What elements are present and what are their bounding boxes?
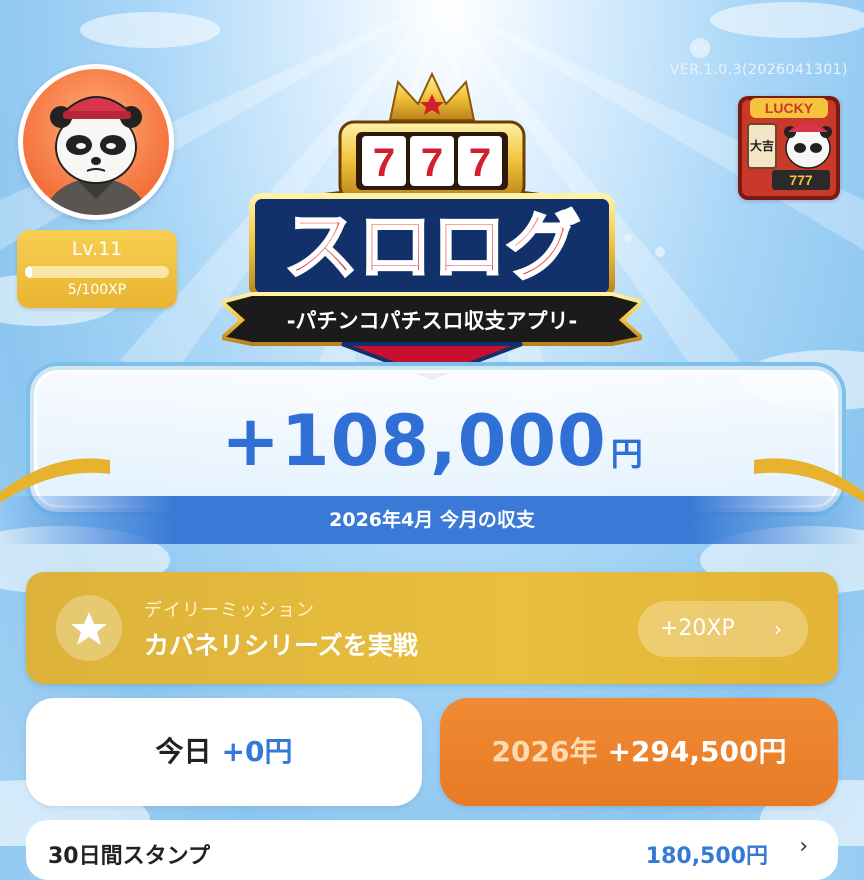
monthly-caption: 2026年4月 今月の収支	[0, 496, 864, 544]
monthly-amount-value: +108,000	[221, 400, 607, 482]
daily-mission-card[interactable]: デイリーミッション カバネリシリーズを実戦 +20XP ›	[26, 572, 838, 684]
today-label: 今日	[155, 735, 212, 768]
monthly-amount: +108,000 円	[0, 400, 864, 482]
mission-badge	[56, 595, 122, 661]
stamp-card[interactable]: 30日間スタンプ 180,500円 ›	[26, 820, 838, 880]
level-label: Lv.11	[71, 238, 123, 260]
lucky-charm: 大吉	[750, 138, 774, 153]
lucky-sign: LUCKY	[765, 100, 814, 116]
year-label: 2026年	[491, 735, 598, 768]
mission-reward-button[interactable]: +20XP ›	[638, 601, 808, 657]
slot-digit-1: 7	[373, 141, 395, 185]
lucky-digits: 777	[789, 172, 813, 188]
xp-progress-bar	[25, 266, 169, 278]
level-card[interactable]: Lv.11 5/100XP	[17, 230, 177, 308]
app-logo: 7 7 7 スロログ -パチンコパチスロ収支アプリ-	[222, 72, 642, 381]
year-value: +294,500円	[607, 735, 787, 768]
mission-reward-text: +20XP	[660, 616, 735, 641]
lucky-slot-icon[interactable]: LUCKY 大吉 777	[738, 96, 840, 200]
today-balance-card[interactable]: 今日 +0円	[26, 698, 422, 806]
chevron-right-icon: ›	[774, 617, 782, 641]
logo-title: スロログ	[284, 204, 580, 290]
xp-text: 5/100XP	[67, 282, 127, 298]
version-label: VER.1.0.3(2026041301)	[669, 62, 848, 78]
year-balance-card[interactable]: 2026年 +294,500円	[440, 698, 838, 806]
chevron-right-icon: ›	[799, 834, 808, 859]
star-icon	[71, 612, 107, 645]
stamp-title: 30日間スタンプ	[48, 844, 210, 869]
slot-digit-3: 7	[469, 141, 491, 185]
stamp-value: 180,500円	[645, 844, 768, 869]
panda-avatar-icon	[43, 96, 149, 215]
avatar[interactable]	[18, 64, 174, 220]
xp-progress-fill	[25, 266, 33, 278]
mission-label: デイリーミッション	[144, 600, 315, 621]
slot-digit-2: 7	[421, 141, 443, 185]
today-value: +0円	[221, 735, 293, 768]
monthly-amount-unit: 円	[610, 435, 643, 473]
mission-title: カバネリシリーズを実戦	[144, 631, 418, 660]
logo-subtitle: -パチンコパチスロ収支アプリ-	[287, 309, 577, 333]
